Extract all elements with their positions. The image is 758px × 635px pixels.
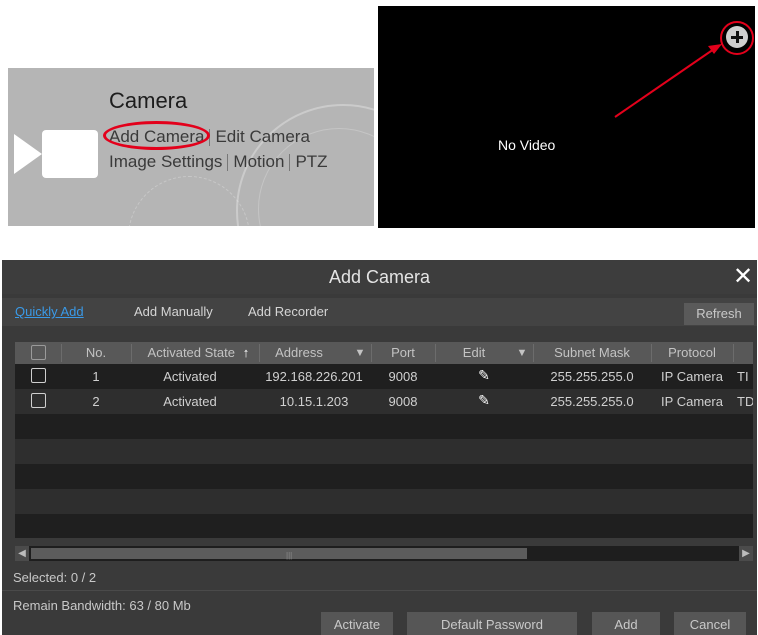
video-panel: No Video xyxy=(378,6,755,228)
column-header-edit[interactable]: Edit xyxy=(439,345,509,360)
scrollbar-thumb[interactable]: ||| xyxy=(31,548,527,560)
cell-protocol: IP Camera xyxy=(661,369,723,384)
column-header-port[interactable]: Port xyxy=(375,345,431,360)
tab-add-recorder[interactable]: Add Recorder xyxy=(248,304,328,319)
ptz-link[interactable]: PTZ xyxy=(295,152,327,171)
empty-row xyxy=(15,464,753,489)
column-divider xyxy=(435,344,436,362)
cell-no: 2 xyxy=(92,394,100,409)
divider xyxy=(2,590,757,591)
cell-no: 1 xyxy=(92,369,100,384)
row-checkbox[interactable] xyxy=(31,368,46,383)
chevron-down-icon[interactable]: ▼ xyxy=(515,347,529,359)
add-camera-dialog: Add Camera ✕ Quickly Add Add Manually Ad… xyxy=(2,260,757,635)
edit-pencil-icon[interactable]: ✎ xyxy=(439,367,529,384)
tab-quickly-add[interactable]: Quickly Add xyxy=(15,304,84,319)
camera-table: No. Activated State ↑ Address ▼ Port Edi… xyxy=(15,342,753,538)
highlight-annotation xyxy=(720,21,754,55)
select-all-checkbox[interactable] xyxy=(31,345,46,360)
edit-pencil-icon[interactable]: ✎ xyxy=(439,392,529,409)
table-header: No. Activated State ↑ Address ▼ Port Edi… xyxy=(15,342,753,364)
column-header-no[interactable]: No. xyxy=(65,345,127,360)
scroll-right-icon[interactable]: ▶ xyxy=(739,546,753,561)
cell-activated-state: Activated xyxy=(163,369,217,384)
column-divider xyxy=(651,344,652,362)
cell-protocol: IP Camera xyxy=(661,394,723,409)
refresh-button[interactable]: Refresh xyxy=(684,303,754,325)
separator xyxy=(227,154,229,172)
horizontal-scrollbar[interactable]: ◀ ||| ▶ xyxy=(15,546,753,561)
column-divider xyxy=(131,344,132,362)
empty-row xyxy=(15,489,753,514)
tab-add-manually[interactable]: Add Manually xyxy=(134,304,213,319)
empty-row xyxy=(15,414,753,439)
add-button[interactable]: Add xyxy=(592,612,660,635)
close-icon[interactable]: ✕ xyxy=(730,263,756,291)
chevron-down-icon[interactable]: ▼ xyxy=(353,347,367,359)
scroll-left-icon[interactable]: ◀ xyxy=(15,546,29,561)
pointer-arrow-annotation xyxy=(614,44,722,118)
empty-row xyxy=(15,439,753,464)
table-row[interactable]: 2 Activated 10.15.1.203 9008 ✎ 255.255.2… xyxy=(15,389,753,414)
column-header-address[interactable]: Address xyxy=(263,345,335,360)
column-divider xyxy=(733,344,734,362)
selected-count: Selected: 0 / 2 xyxy=(13,570,97,585)
column-header-activated-state[interactable]: Activated State xyxy=(135,345,235,360)
tab-bar: Quickly Add Add Manually Add Recorder xyxy=(2,298,757,326)
edit-camera-link[interactable]: Edit Camera xyxy=(215,127,309,146)
cell-activated-state: Activated xyxy=(163,394,217,409)
motion-link[interactable]: Motion xyxy=(233,152,284,171)
column-divider xyxy=(61,344,62,362)
column-divider xyxy=(533,344,534,362)
cell-subnet-mask: 255.255.255.0 xyxy=(550,394,634,409)
dialog-title: Add Camera xyxy=(2,260,757,294)
cell-address: 192.168.226.201 xyxy=(265,369,363,384)
sort-ascending-icon[interactable]: ↑ xyxy=(239,345,253,360)
cell-truncated: TD xyxy=(737,394,753,409)
default-password-button[interactable]: Default Password xyxy=(407,612,577,635)
camera-menu-panel: Camera Add Camera Edit Camera Image Setti… xyxy=(8,68,374,226)
row-checkbox[interactable] xyxy=(31,393,46,408)
cell-address: 10.15.1.203 xyxy=(279,394,349,409)
column-divider xyxy=(259,344,260,362)
cell-truncated: TI xyxy=(737,369,749,384)
column-header-subnet-mask[interactable]: Subnet Mask xyxy=(537,345,647,360)
column-divider xyxy=(371,344,372,362)
cancel-button[interactable]: Cancel xyxy=(674,612,746,635)
highlight-annotation xyxy=(103,121,210,150)
table-row[interactable]: 1 Activated 192.168.226.201 9008 ✎ 255.2… xyxy=(15,364,753,389)
separator xyxy=(209,129,211,147)
image-settings-link[interactable]: Image Settings xyxy=(109,152,222,171)
cell-port: 9008 xyxy=(388,394,418,409)
cell-subnet-mask: 255.255.255.0 xyxy=(550,369,634,384)
camera-menu-title: Camera xyxy=(109,88,188,113)
grip-icon: ||| xyxy=(286,551,293,560)
separator xyxy=(289,154,291,172)
column-header-protocol[interactable]: Protocol xyxy=(655,345,729,360)
activate-button[interactable]: Activate xyxy=(321,612,393,635)
background-decoration xyxy=(128,176,250,226)
empty-row xyxy=(15,514,753,538)
remaining-bandwidth: Remain Bandwidth: 63 / 80 Mb xyxy=(13,598,191,613)
cell-port: 9008 xyxy=(388,369,418,384)
